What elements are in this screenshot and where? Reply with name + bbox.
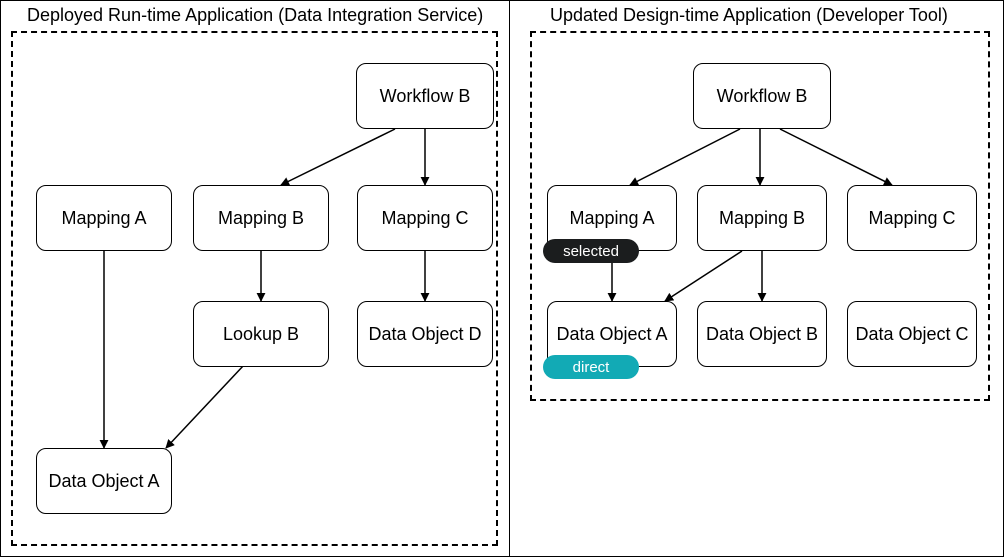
node-data-object-c-right: Data Object C [847,301,977,367]
node-data-object-d-left: Data Object D [357,301,493,367]
right-panel-title: Updated Design-time Application (Develop… [550,5,948,26]
badge-direct: direct [543,355,639,379]
node-data-object-b-right: Data Object B [697,301,827,367]
node-data-object-a-left: Data Object A [36,448,172,514]
node-mapping-b-right: Mapping B [697,185,827,251]
diagram-container: Deployed Run-time Application (Data Inte… [0,0,1004,557]
node-mapping-b-left: Mapping B [193,185,329,251]
node-mapping-c-left: Mapping C [357,185,493,251]
badge-selected: selected [543,239,639,263]
right-panel: Updated Design-time Application (Develop… [510,0,1004,557]
node-mapping-c-right: Mapping C [847,185,977,251]
left-panel-title: Deployed Run-time Application (Data Inte… [27,5,483,26]
node-lookup-b-left: Lookup B [193,301,329,367]
node-workflow-b-left: Workflow B [356,63,494,129]
node-workflow-b-right: Workflow B [693,63,831,129]
node-mapping-a-left: Mapping A [36,185,172,251]
left-panel: Deployed Run-time Application (Data Inte… [0,0,510,557]
